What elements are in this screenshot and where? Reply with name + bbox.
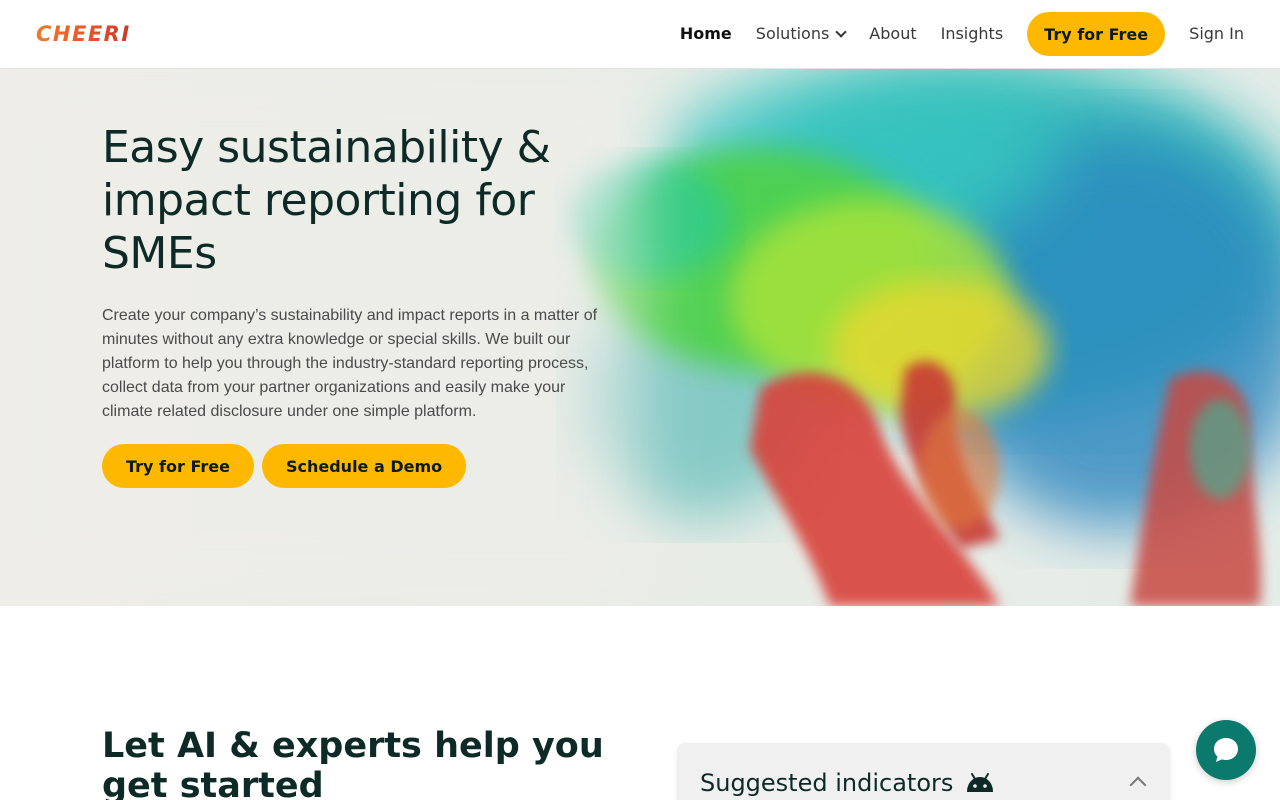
cheeri-logo[interactable]: CHEERI xyxy=(36,20,131,48)
suggested-indicators-label: Suggested indicators xyxy=(700,769,954,797)
hero-description: Create your company’s sustainability and… xyxy=(102,307,598,420)
nav-solutions[interactable]: Solutions xyxy=(755,12,847,56)
hero-title: Easy sustainability & impact reporting f… xyxy=(102,122,551,279)
chat-bubble-icon xyxy=(1214,738,1238,762)
nav-solutions-label: Solutions xyxy=(755,24,830,43)
hero-try-free-button[interactable]: Try for Free xyxy=(102,444,254,488)
nav-insights[interactable]: Insights xyxy=(941,12,1004,56)
chevron-down-icon xyxy=(835,25,847,38)
chat-widget-button[interactable] xyxy=(1196,720,1256,780)
hero-buttons: Try for Free Schedule a Demo xyxy=(102,444,622,488)
nav-home[interactable]: Home xyxy=(680,12,732,56)
chevron-up-icon[interactable] xyxy=(1129,776,1147,794)
nav-about[interactable]: About xyxy=(869,12,916,56)
hero-content: Easy sustainability & impact reporting f… xyxy=(102,121,622,488)
schedule-demo-button[interactable]: Schedule a Demo xyxy=(261,444,467,488)
hero-section: Easy sustainability & impact reporting f… xyxy=(0,69,1280,606)
suggested-indicators-title: Suggested indicators xyxy=(700,769,995,797)
ai-experts-heading: Let AI & experts help you get started xyxy=(102,726,604,800)
site-header: CHEERI Home Solutions About Insights Try… xyxy=(0,0,1280,69)
suggested-indicators-card[interactable]: Suggested indicators xyxy=(677,743,1170,800)
android-robot-icon xyxy=(967,773,994,792)
nav-sign-in[interactable]: Sign In xyxy=(1189,12,1244,56)
nav-try-free-button[interactable]: Try for Free xyxy=(1027,12,1166,56)
main-nav: Home Solutions About Insights Try for Fr… xyxy=(680,12,1244,56)
